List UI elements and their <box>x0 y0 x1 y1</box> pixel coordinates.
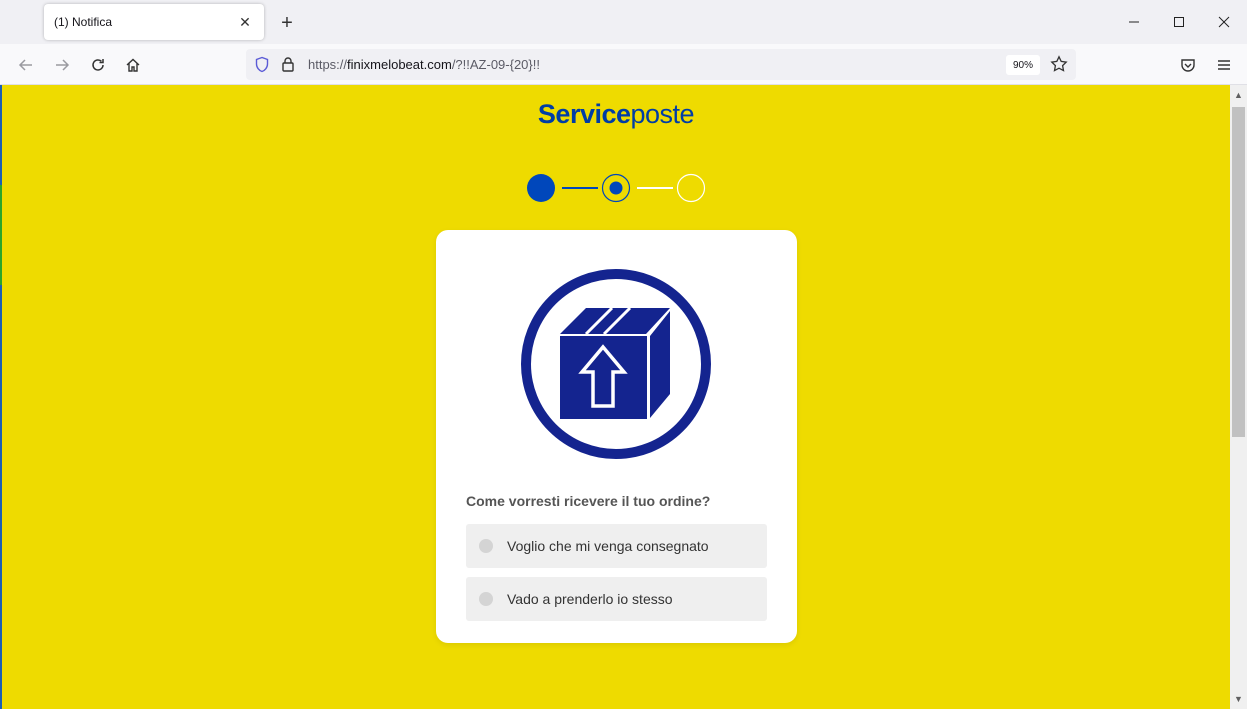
scroll-down-arrow-icon[interactable]: ▼ <box>1234 695 1243 704</box>
option-label: Vado a prenderlo io stesso <box>507 591 673 607</box>
delivery-choice-card: Come vorresti ricevere il tuo ordine? Vo… <box>436 230 797 643</box>
serviceposte-logo: Serviceposte <box>2 99 1230 130</box>
hamburger-menu-icon[interactable] <box>1212 53 1236 77</box>
vertical-scrollbar[interactable]: ▲ ▼ <box>1230 85 1247 709</box>
scroll-thumb[interactable] <box>1232 107 1245 437</box>
delivery-question: Come vorresti ricevere il tuo ordine? <box>466 493 711 509</box>
step-1-completed <box>527 174 555 202</box>
browser-tab[interactable]: (1) Notifica ✕ <box>44 4 264 40</box>
radio-button[interactable] <box>479 592 493 606</box>
lock-icon[interactable] <box>281 56 295 77</box>
tab-title: (1) Notifica <box>54 15 113 29</box>
new-tab-button[interactable]: + <box>276 12 298 34</box>
close-window-icon[interactable] <box>1212 10 1236 34</box>
logo-bold-text: Service <box>537 99 631 129</box>
progress-stepper <box>527 173 706 203</box>
option-home-delivery[interactable]: Voglio che mi venga consegnato <box>466 524 767 568</box>
option-label: Voglio che mi venga consegnato <box>507 538 709 554</box>
maximize-window-icon[interactable] <box>1167 10 1191 34</box>
option-pickup[interactable]: Vado a prenderlo io stesso <box>466 577 767 621</box>
forward-arrow-icon[interactable] <box>50 53 74 77</box>
zoom-level-button[interactable]: 90% <box>1006 55 1040 75</box>
url-scheme: https:// <box>308 57 348 72</box>
page-content: Serviceposte Come vorresti ricevere il t… <box>2 85 1230 709</box>
url-domain: finixmelobeat.com <box>347 57 452 72</box>
reload-icon[interactable] <box>86 53 110 77</box>
tab-bar: (1) Notifica ✕ + <box>0 0 1247 44</box>
tracking-shield-icon[interactable] <box>254 56 270 78</box>
package-upload-icon <box>521 269 711 459</box>
minimize-window-icon[interactable] <box>1122 10 1146 34</box>
navigation-bar: https://finixmelobeat.com/?!!AZ-09-{20}!… <box>0 44 1247 85</box>
scroll-up-arrow-icon[interactable]: ▲ <box>1234 91 1243 100</box>
radio-button[interactable] <box>479 539 493 553</box>
url-text[interactable]: https://finixmelobeat.com/?!!AZ-09-{20}!… <box>308 57 540 72</box>
step-3-pending <box>676 173 706 203</box>
close-tab-icon[interactable]: ✕ <box>236 13 254 31</box>
logo-regular-text: poste <box>630 99 695 129</box>
pocket-icon[interactable] <box>1176 53 1200 77</box>
back-arrow-icon[interactable] <box>14 53 38 77</box>
address-bar[interactable]: https://finixmelobeat.com/?!!AZ-09-{20}!… <box>246 49 1076 80</box>
step-2-current-dot <box>609 181 623 195</box>
url-path: /?!!AZ-09-{20}!! <box>451 57 540 72</box>
bookmark-star-icon[interactable] <box>1050 55 1068 78</box>
home-icon[interactable] <box>121 53 145 77</box>
